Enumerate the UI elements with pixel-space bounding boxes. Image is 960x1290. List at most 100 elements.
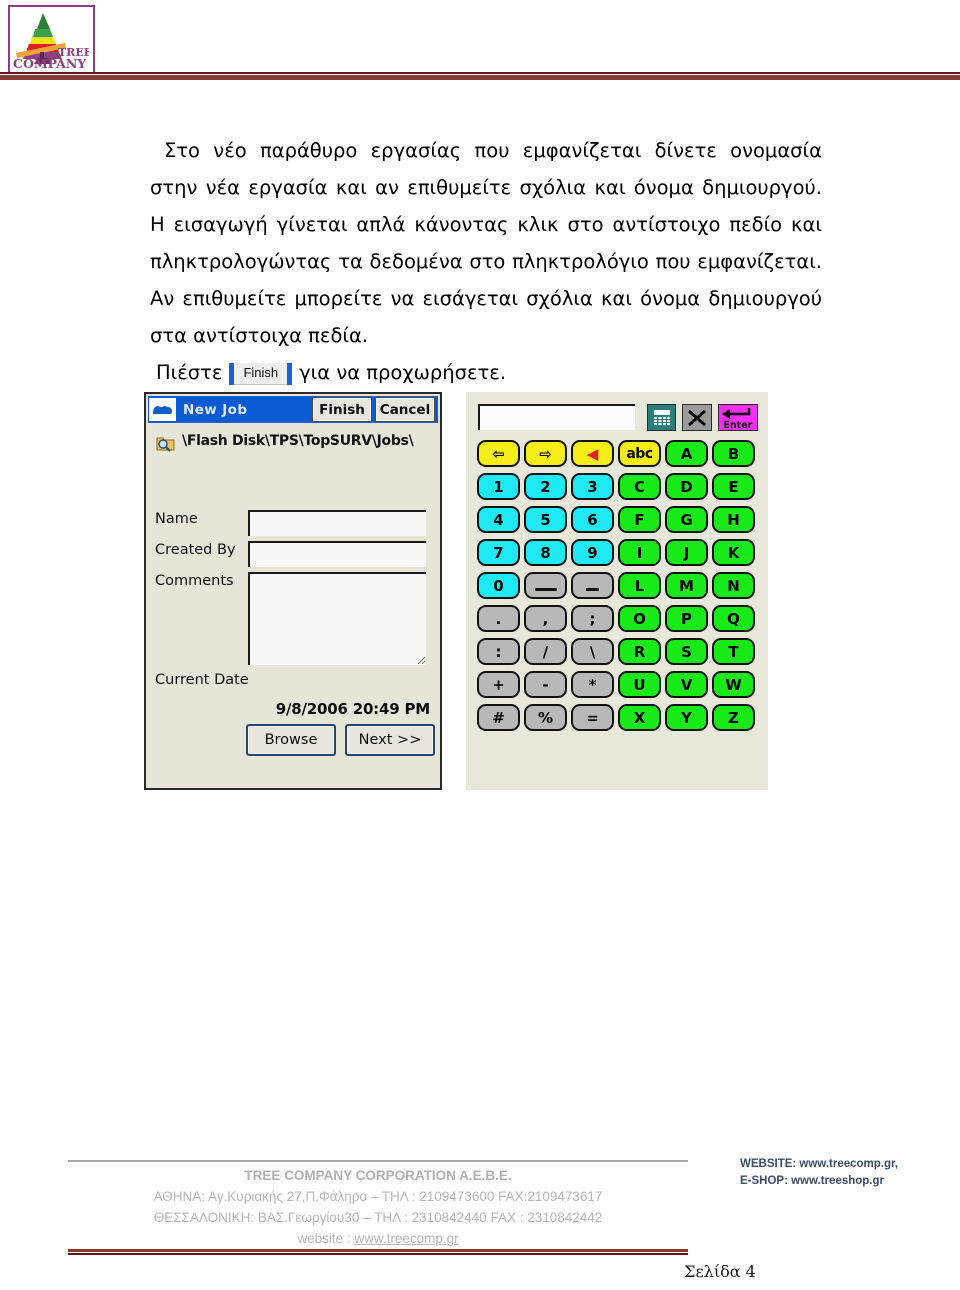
page-header: TREE COMPANY [0, 0, 960, 96]
equals-key[interactable]: = [571, 704, 614, 731]
comments-textarea[interactable] [248, 572, 426, 665]
press-finish-line: Πιέστε Finish για να προχωρήσετε. [150, 354, 822, 391]
hash-key[interactable]: # [477, 704, 520, 731]
topcon-logo-icon [149, 398, 176, 421]
key-8[interactable]: 8 [524, 539, 567, 566]
name-input[interactable] [248, 510, 426, 536]
keyboard-entry-field[interactable] [478, 404, 635, 430]
comma-key[interactable]: , [524, 605, 567, 632]
document-body: Στο νέο παράθυρο εργασίας που εμφανίζετα… [150, 132, 822, 391]
calculator-icon[interactable] [646, 404, 677, 431]
slash-key[interactable]: / [524, 638, 567, 665]
dialog-titlebar: New Job Finish Cancel [148, 396, 438, 423]
key-a[interactable]: A [665, 440, 708, 467]
close-x-glyph [688, 409, 707, 426]
footer-website-link[interactable]: www.treecomp.gr [354, 1231, 458, 1246]
key-v[interactable]: V [665, 671, 708, 698]
key-z[interactable]: Z [712, 704, 755, 731]
key-k[interactable]: K [712, 539, 755, 566]
label-created-by: Created By [155, 542, 236, 558]
folder-search-icon [156, 437, 175, 452]
key-x[interactable]: X [618, 704, 661, 731]
key-m[interactable]: M [665, 572, 708, 599]
key-0[interactable]: 0 [477, 572, 520, 599]
key-3[interactable]: 3 [571, 473, 614, 500]
key-b[interactable]: B [712, 440, 755, 467]
job-path-text: \Flash Disk\TPS\TopSURV\Jobs\ [182, 433, 414, 449]
inline-finish-label: Finish [234, 362, 288, 385]
field-row-created-by: Created By [155, 541, 426, 567]
arrow-right-key[interactable]: ⇨ [524, 440, 567, 467]
key-t[interactable]: T [712, 638, 755, 665]
footer-website-label: website : [297, 1231, 355, 1246]
colon-key[interactable]: : [477, 638, 520, 665]
arrow-left-key[interactable]: ⇦ [477, 440, 520, 467]
key-h[interactable]: H [712, 506, 755, 533]
page-number: Σελίδα 4 [684, 1262, 756, 1281]
close-x-icon[interactable] [682, 404, 712, 431]
keyboard-key-grid: ⇦ ⇨ ◀ abc A B 1 2 3 C D E 4 5 6 F G H 7 8 9 I J K 0 L M N.,; O P Q: / \ R… [477, 438, 757, 734]
dialog-button-row: Browse Next >> [246, 724, 435, 756]
key-4[interactable]: 4 [477, 506, 520, 533]
key-6[interactable]: 6 [571, 506, 614, 533]
key-o[interactable]: O [618, 605, 661, 632]
abc-key[interactable]: abc [618, 440, 661, 467]
browse-button-label: Browse [264, 732, 318, 748]
footer-athens-line: ΑΘΗΝΑ: Αγ.Κυριακής 27,Π.Φάληρο – ΤΗΛ : 2… [153, 1189, 603, 1204]
key-q[interactable]: Q [712, 605, 755, 632]
dialog-title: New Job [183, 401, 248, 418]
asterisk-key[interactable]: * [571, 671, 614, 698]
backslash-key[interactable]: \ [571, 638, 614, 665]
key-r[interactable]: R [618, 638, 661, 665]
key-n[interactable]: N [712, 572, 755, 599]
enter-arrow-glyph [721, 407, 751, 419]
backspace-key[interactable]: ◀ [571, 440, 614, 467]
underscore-key[interactable] [571, 572, 614, 599]
key-j[interactable]: J [665, 539, 708, 566]
minus-key[interactable]: - [524, 671, 567, 698]
key-i[interactable]: I [618, 539, 661, 566]
key-s[interactable]: S [665, 638, 708, 665]
key-w[interactable]: W [712, 671, 755, 698]
key-l[interactable]: L [618, 572, 661, 599]
percent-key[interactable]: % [524, 704, 567, 731]
key-g[interactable]: G [665, 506, 708, 533]
finish-button[interactable]: Finish [312, 397, 372, 422]
key-2[interactable]: 2 [524, 473, 567, 500]
footer-website-line: website : www.treecomp.gr [68, 1228, 688, 1249]
key-y[interactable]: Y [665, 704, 708, 731]
next-button[interactable]: Next >> [345, 724, 435, 756]
key-9[interactable]: 9 [571, 539, 614, 566]
topcon-glyph [153, 405, 172, 414]
inline-finish-button-image: Finish [229, 362, 293, 385]
plus-key[interactable]: + [477, 671, 520, 698]
key-1[interactable]: 1 [477, 473, 520, 500]
field-row-name: Name [155, 510, 426, 536]
space-key[interactable] [524, 572, 567, 599]
label-comments: Comments [155, 573, 234, 589]
semicolon-key[interactable]: ; [571, 605, 614, 632]
key-7[interactable]: 7 [477, 539, 520, 566]
next-button-label: Next >> [358, 732, 422, 748]
current-date-label: Current Date [155, 672, 249, 688]
browse-button[interactable]: Browse [246, 724, 336, 756]
key-5[interactable]: 5 [524, 506, 567, 533]
footer-bottom-divider [68, 1249, 688, 1255]
key-u[interactable]: U [618, 671, 661, 698]
footer-right-block: WEBSITE: www.treecomp.gr, E-SHOP: www.tr… [740, 1156, 898, 1190]
key-d[interactable]: D [665, 473, 708, 500]
press-suffix-text: για να προχωρήσετε. [299, 361, 507, 384]
inline-finish-right-bar [287, 362, 293, 385]
key-f[interactable]: F [618, 506, 661, 533]
key-p[interactable]: P [665, 605, 708, 632]
key-e[interactable]: E [712, 473, 755, 500]
keyboard-top-row: Enter [478, 404, 759, 432]
virtual-keyboard-panel: Enter ⇦ ⇨ ◀ abc A B 1 2 3 C D E 4 5 6 F G H 7 8 9 I J K 0 L M N.,; O… [466, 392, 768, 790]
key-c[interactable]: C [618, 473, 661, 500]
enter-icon[interactable]: Enter [717, 404, 759, 431]
cancel-button[interactable]: Cancel [375, 397, 435, 422]
footer-divider [68, 1160, 688, 1162]
period-key[interactable]: . [477, 605, 520, 632]
enter-label: Enter [723, 420, 753, 431]
created-by-input[interactable] [248, 541, 426, 567]
